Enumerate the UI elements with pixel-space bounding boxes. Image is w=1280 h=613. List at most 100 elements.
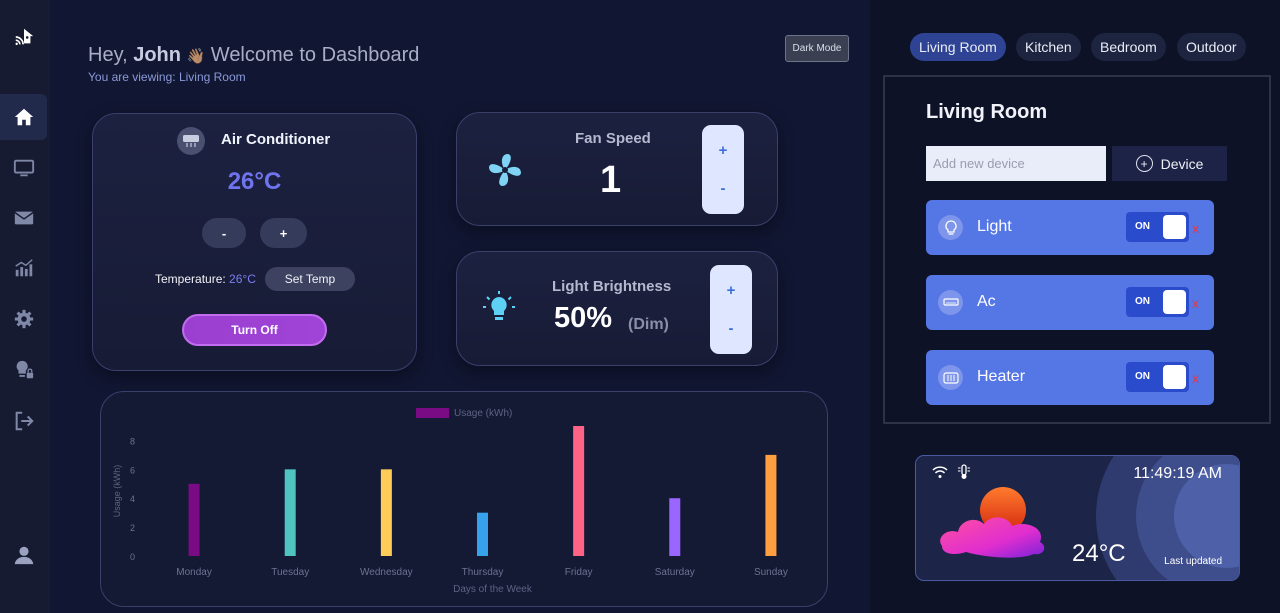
sidebar [0, 0, 50, 613]
light-brightness-stepper: + - [710, 265, 752, 354]
bar-tuesday [284, 469, 296, 556]
ac-title: Air Conditioner [221, 131, 331, 148]
bar-saturday [669, 498, 681, 556]
air-conditioner-card: Air Conditioner 26°C - + Temperature: 26… [92, 113, 417, 371]
remove-device-button[interactable]: x [1192, 370, 1199, 386]
usage-chart: Usage (kWh) 0 2 4 6 8 Usage (kWh) Monday Tuesday… [112, 408, 788, 595]
device-toggle-light[interactable]: ON [1126, 212, 1189, 242]
toggle-knob [1163, 215, 1186, 239]
gear-icon [14, 309, 33, 329]
toggle-knob [1163, 290, 1186, 314]
sidebar-item-mail[interactable] [0, 195, 47, 241]
bar-monday [188, 483, 200, 556]
mail-icon [13, 211, 34, 225]
x-tick-label: Saturday [655, 567, 695, 578]
wifi-icon [932, 466, 948, 478]
ac-unit-icon [177, 127, 205, 155]
fan-speed-increase-button[interactable]: + [719, 142, 728, 159]
light-brightness-decrease-button[interactable]: - [729, 320, 734, 337]
greeting-prefix: Hey, [88, 44, 128, 66]
add-device-label: Device [1160, 155, 1204, 172]
sidebar-item-profile[interactable] [0, 532, 47, 578]
y-tick-label: 2 [130, 523, 135, 533]
main-area: Hey, John 👋🏽 Welcome to Dashboard You ar… [50, 0, 870, 613]
x-axis-label: Days of the Week [453, 584, 533, 595]
legend-label: Usage (kWh) [454, 408, 512, 419]
tab-bedroom[interactable]: Bedroom [1091, 33, 1166, 61]
add-device-input[interactable] [926, 146, 1106, 181]
sidebar-item-monitor[interactable] [0, 145, 47, 191]
light-brightness-level: (Dim) [628, 316, 669, 333]
toggle-state: ON [1135, 296, 1150, 307]
x-tick-label: Wednesday [360, 567, 413, 578]
viewing-room-text: You are viewing: Living Room [88, 70, 246, 84]
fan-speed-decrease-button[interactable]: - [721, 180, 726, 197]
fan-speed-title: Fan Speed [575, 130, 651, 147]
room-devices-panel: Living Room + Device Light ON x Ac ON [883, 75, 1271, 424]
device-row-ac: Ac ON x [926, 275, 1214, 330]
bulb-icon [938, 215, 963, 240]
fan-speed-card: Fan Speed 1 + - [456, 112, 778, 226]
tab-living-room[interactable]: Living Room [910, 33, 1006, 61]
device-toggle-ac[interactable]: ON [1126, 287, 1189, 317]
light-brightness-increase-button[interactable]: + [727, 282, 736, 299]
fan-speed-value: 1 [600, 159, 622, 201]
light-brightness-title: Light Brightness [552, 278, 672, 295]
ac-decrease-button[interactable]: - [202, 218, 246, 248]
right-panel: Living Room Kitchen Bedroom Outdoor Livi… [870, 0, 1280, 613]
room-title: Living Room [926, 101, 1048, 123]
smart-home-logo-icon [14, 28, 33, 46]
device-name: Heater [977, 368, 1026, 385]
light-brightness-card: Light Brightness 50% (Dim) + - [456, 251, 778, 366]
x-tick-label: Monday [176, 567, 212, 578]
bulb-lock-icon [16, 360, 33, 379]
logout-icon [15, 411, 34, 431]
user-icon [14, 546, 33, 565]
x-tick-label: Friday [565, 567, 593, 578]
weather-widget: 11:49:19 AM 24°C Last updated [915, 455, 1240, 581]
thermometer-icon [958, 464, 970, 479]
chart-icon [14, 259, 33, 277]
sidebar-item-logout[interactable] [0, 398, 47, 444]
last-updated-label: Last updated [1164, 556, 1222, 567]
ac-temperature: 26°C [227, 168, 282, 195]
device-toggle-heater[interactable]: ON [1126, 362, 1189, 392]
y-axis-label: Usage (kWh) [112, 465, 122, 518]
sidebar-item-settings[interactable] [0, 296, 47, 342]
clock-time: 11:49:19 AM [1133, 465, 1222, 482]
bar-sunday [765, 454, 777, 556]
dark-mode-button[interactable]: Dark Mode [785, 35, 849, 62]
tab-kitchen[interactable]: Kitchen [1016, 33, 1081, 61]
add-device-button[interactable]: + Device [1112, 146, 1227, 181]
wave-emoji: 👋🏽 [186, 48, 206, 65]
tab-outdoor[interactable]: Outdoor [1177, 33, 1246, 61]
device-row-light: Light ON x [926, 200, 1214, 255]
turn-off-button[interactable]: Turn Off [182, 314, 327, 346]
x-tick-label: Tuesday [271, 567, 309, 578]
temperature-value: 26°C [229, 272, 256, 286]
set-temp-button[interactable]: Set Temp [265, 267, 355, 291]
sidebar-item-devices[interactable] [0, 347, 47, 393]
remove-device-button[interactable]: x [1192, 295, 1199, 311]
bar-thursday [477, 512, 488, 556]
x-tick-label: Sunday [754, 567, 788, 578]
home-icon [14, 108, 33, 126]
heater-icon [938, 365, 963, 390]
remove-device-button[interactable]: x [1192, 220, 1199, 236]
temperature-label: Temperature: [155, 272, 226, 286]
ac-icon [938, 290, 963, 315]
toggle-state: ON [1135, 221, 1150, 232]
sidebar-item-analytics[interactable] [0, 245, 47, 291]
sidebar-item-home[interactable] [0, 94, 47, 140]
sun-cloud-icon [940, 487, 1045, 558]
y-tick-label: 0 [130, 552, 135, 562]
bar-friday [573, 426, 585, 556]
logo-icon [0, 14, 47, 60]
toggle-state: ON [1135, 371, 1150, 382]
ac-increase-button[interactable]: + [260, 218, 307, 248]
monitor-icon [13, 159, 34, 177]
greeting: Hey, John 👋🏽 Welcome to Dashboard [88, 44, 419, 67]
fan-icon [489, 154, 521, 186]
outdoor-temperature: 24°C [1072, 540, 1126, 567]
legend-swatch [416, 408, 449, 418]
